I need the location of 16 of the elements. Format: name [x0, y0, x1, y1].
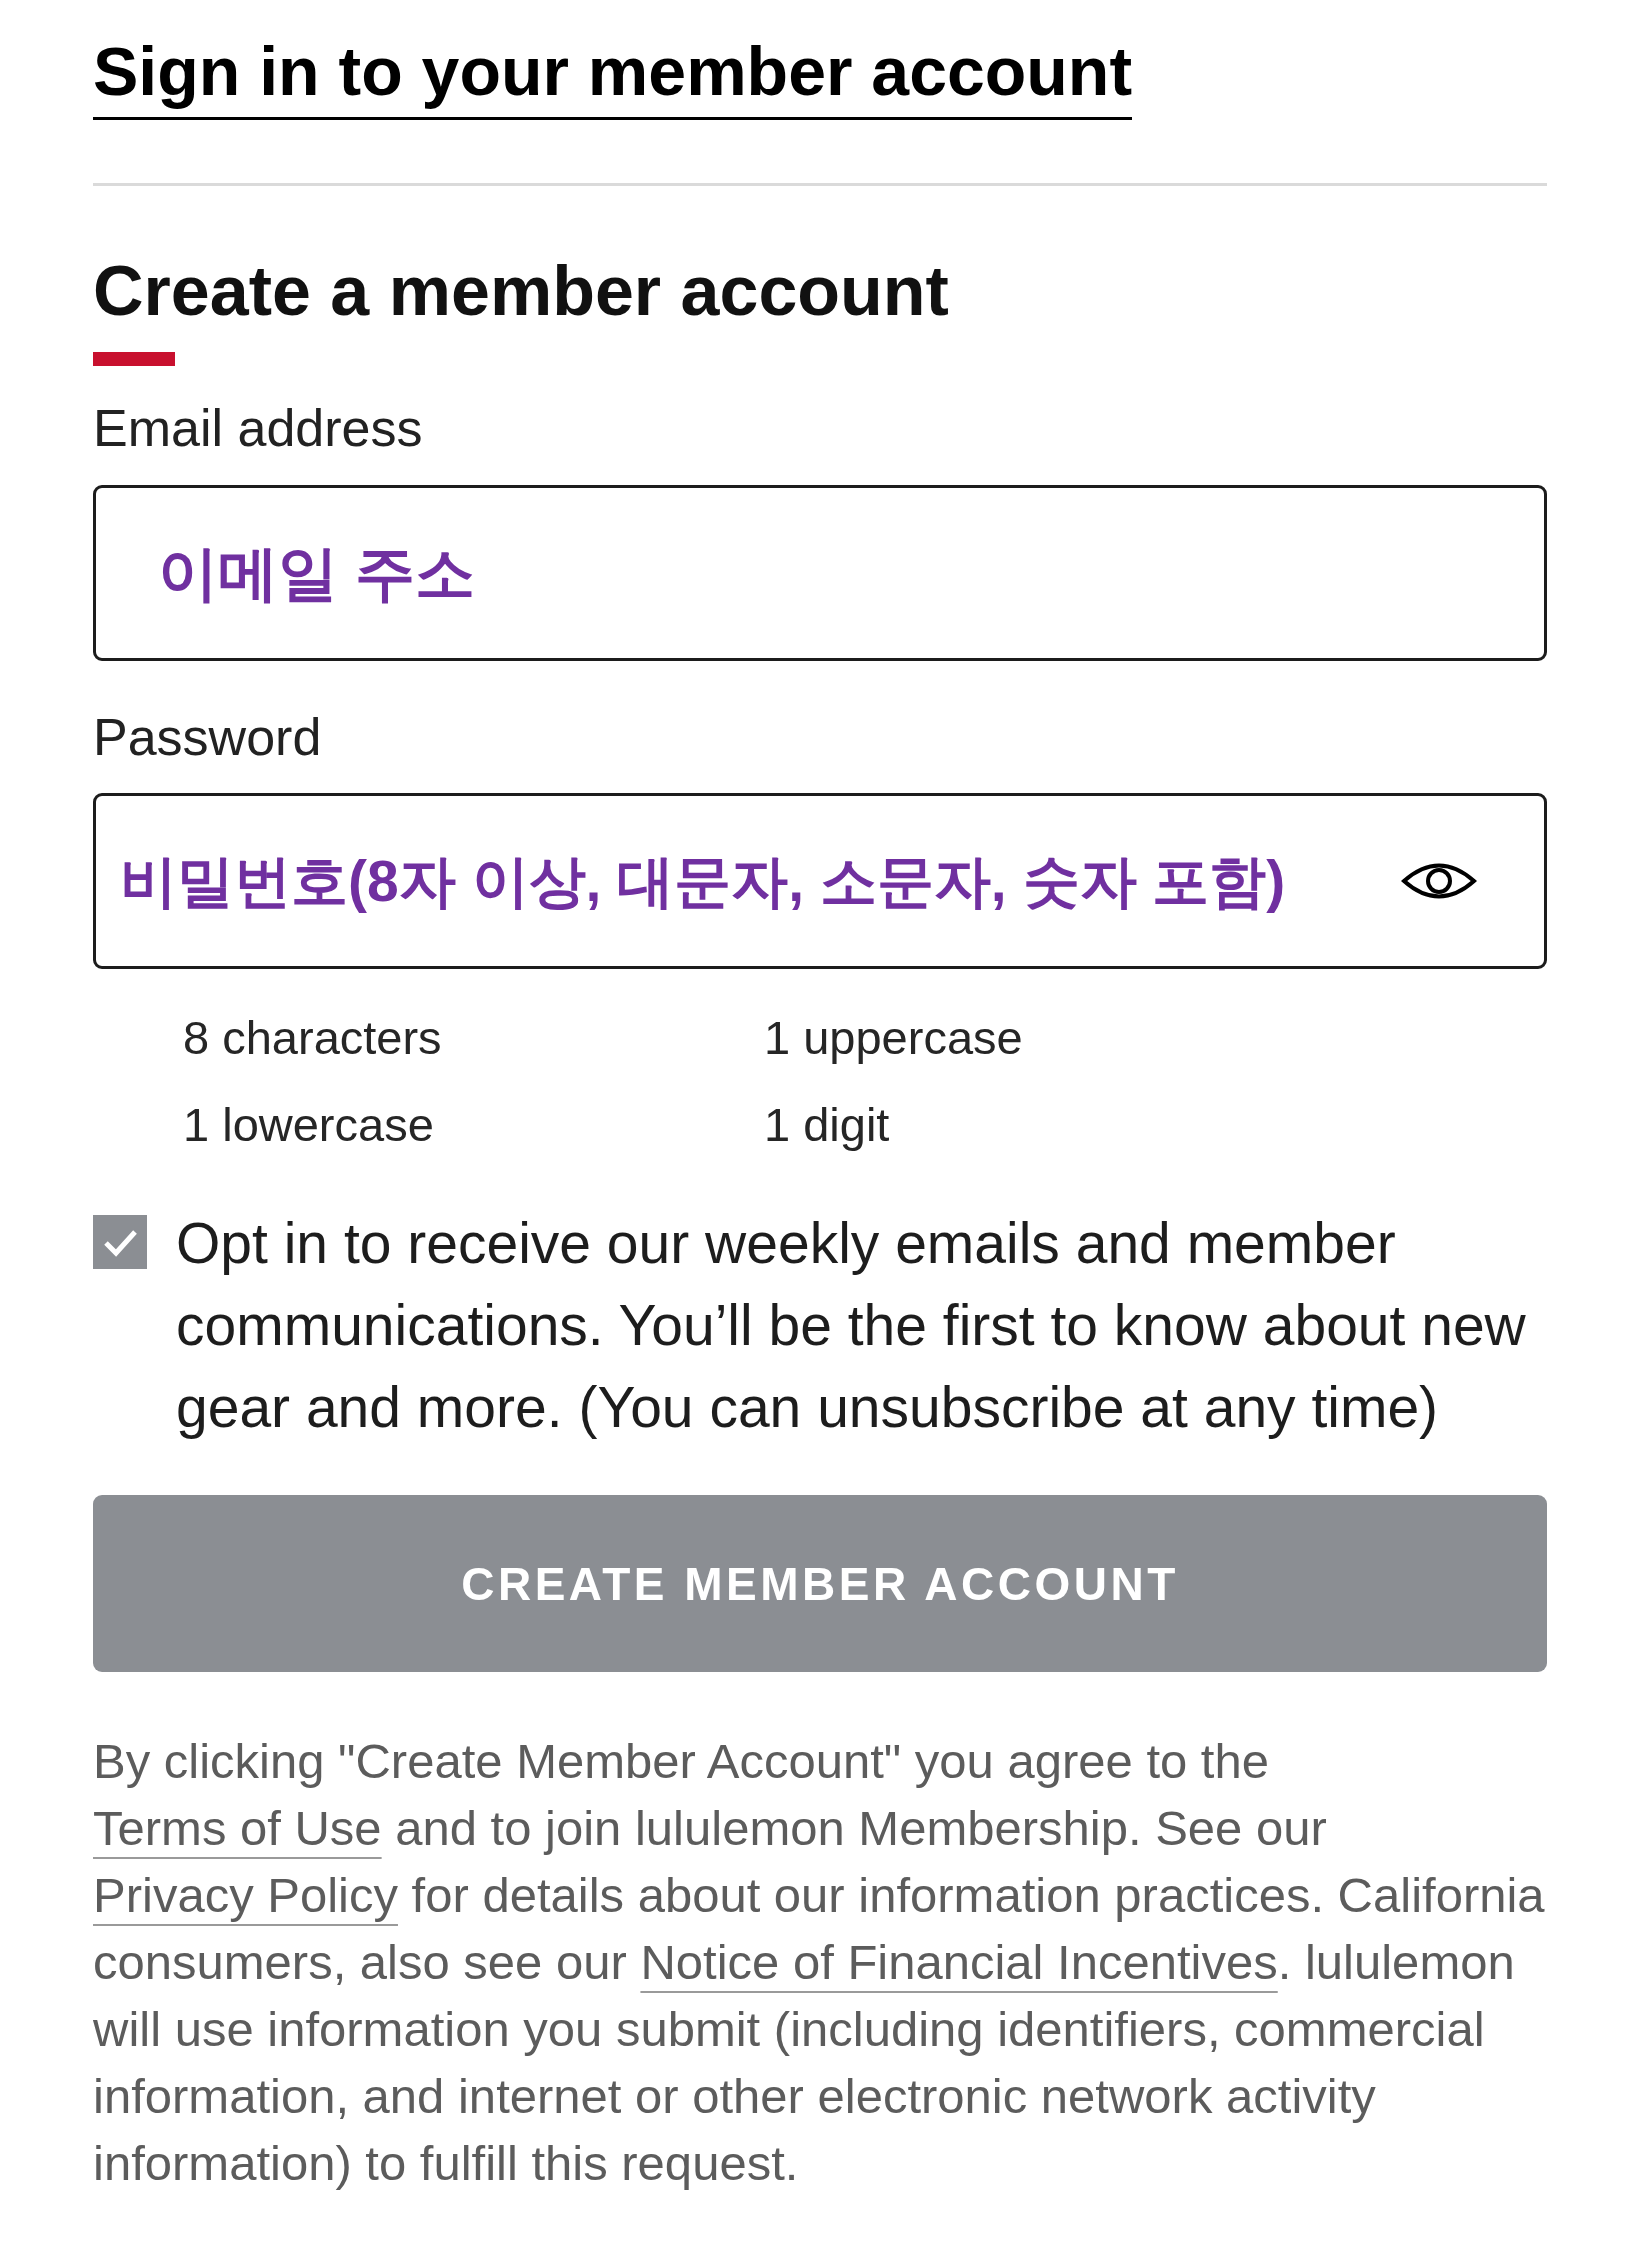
requirement-text: 8 characters	[183, 1010, 442, 1066]
section-heading: Create a member account	[93, 251, 949, 332]
requirement-text: 1 digit	[764, 1097, 890, 1153]
legal-text: By clicking "Create Member Account" you agree to the Terms of Use and to join lululemon Membership. See our Privacy Policy for details about our information practices. California consumers, also see our Notice of Financial Incentives. lululemon will use information you submit (including identifiers, commercial information, and internet or other electronic network activity information) to fulfill this request.	[93, 1733, 1546, 2192]
requirement-text: 1 lowercase	[183, 1097, 434, 1153]
checkbox[interactable]	[93, 1215, 147, 1269]
legal-link[interactable]: Privacy Policy	[93, 1868, 398, 1922]
password-input[interactable]: 비밀번호(8자 이상, 대문자, 소문자, 숫자 포함)	[93, 793, 1547, 969]
email-input[interactable]: 이메일 주소	[93, 485, 1547, 661]
password-label: Password	[93, 707, 322, 768]
legal-link[interactable]: Notice of Financial Incentives	[640, 1935, 1278, 1989]
legal-link[interactable]: Terms of Use	[93, 1801, 382, 1855]
email-label: Email address	[93, 398, 423, 459]
requirement-text: 1 uppercase	[764, 1010, 1023, 1066]
opt-in-text: Opt in to receive our weekly emails and member communications. You’ll be the first to know about new gear and more. (You can unsubscribe at any time)	[176, 1210, 1527, 1441]
sign-in-link[interactable]: Sign in to your member account	[93, 33, 1133, 120]
